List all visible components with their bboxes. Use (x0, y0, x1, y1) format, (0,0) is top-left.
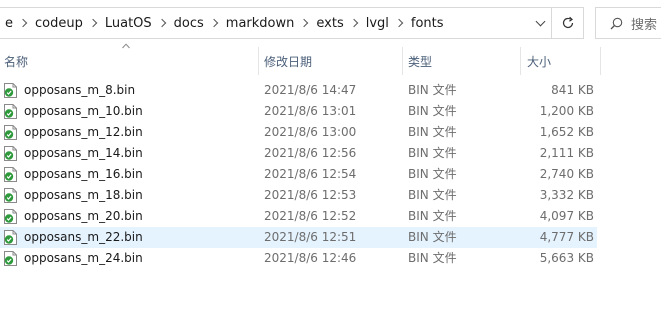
file-type: BIN 文件 (408, 209, 457, 223)
file-size: 2,111 KB (539, 146, 594, 160)
file-size: 4,777 KB (539, 230, 594, 244)
file-date: 2021/8/6 12:53 (264, 188, 357, 202)
file-row[interactable]: opposans_m_10.bin 2021/8/6 13:01 BIN 文件 … (0, 101, 597, 122)
bin-file-icon (4, 83, 17, 98)
bin-file-icon (4, 230, 17, 245)
bin-file-icon (4, 125, 17, 140)
file-date: 2021/8/6 12:51 (264, 230, 357, 244)
breadcrumb-fonts[interactable]: fonts (406, 8, 449, 38)
bin-file-icon (4, 188, 17, 203)
chevron-right-icon[interactable] (394, 18, 404, 28)
breadcrumb-label[interactable]: fonts (406, 16, 449, 31)
file-type: BIN 文件 (408, 167, 457, 181)
file-date: 2021/8/6 12:46 (264, 251, 357, 265)
breadcrumb-docs[interactable]: docs (169, 8, 221, 38)
search-icon (610, 17, 623, 30)
chevron-right-icon[interactable] (349, 18, 358, 28)
file-row[interactable]: opposans_m_8.bin 2021/8/6 14:47 BIN 文件 8… (0, 80, 597, 101)
bin-file-icon (4, 209, 17, 224)
breadcrumb-label[interactable]: e (0, 16, 18, 31)
file-size: 1,652 KB (539, 125, 594, 139)
address-history-button[interactable] (533, 16, 547, 30)
chevron-right-icon[interactable] (88, 18, 98, 28)
file-name[interactable]: opposans_m_12.bin (24, 122, 143, 143)
bin-file-icon (4, 104, 17, 119)
breadcrumb-markdown[interactable]: markdown (221, 8, 312, 38)
file-type: BIN 文件 (408, 188, 457, 202)
file-size: 4,097 KB (539, 209, 594, 223)
breadcrumb-label[interactable]: exts (311, 16, 348, 31)
file-list: opposans_m_8.bin 2021/8/6 14:47 BIN 文件 8… (0, 80, 600, 269)
file-size: 1,200 KB (539, 104, 594, 118)
chevron-right-icon[interactable] (157, 18, 166, 28)
file-date: 2021/8/6 12:54 (264, 167, 357, 181)
breadcrumb-label[interactable]: lvgl (361, 16, 394, 31)
file-row[interactable]: opposans_m_16.bin 2021/8/6 12:54 BIN 文件 … (0, 164, 597, 185)
file-name[interactable]: opposans_m_8.bin (24, 80, 135, 101)
file-type: BIN 文件 (408, 146, 457, 160)
breadcrumb-label[interactable]: codeup (30, 16, 88, 31)
file-row[interactable]: opposans_m_20.bin 2021/8/6 12:52 BIN 文件 … (0, 206, 597, 227)
chevron-right-icon[interactable] (18, 18, 28, 28)
column-header-name[interactable]: 名称 (0, 47, 258, 75)
refresh-icon (562, 16, 573, 29)
breadcrumb-lvgl[interactable]: lvgl (361, 8, 406, 38)
file-name[interactable]: opposans_m_22.bin (24, 227, 143, 248)
file-size: 3,332 KB (539, 188, 594, 202)
search-placeholder[interactable]: 搜索 (631, 14, 657, 33)
file-explorer-window: e codeup LuatOS docs markdown exts lvgl (0, 0, 661, 317)
file-type: BIN 文件 (408, 251, 457, 265)
breadcrumb-codeup[interactable]: codeup (30, 8, 100, 38)
file-row[interactable]: opposans_m_18.bin 2021/8/6 12:53 BIN 文件 … (0, 185, 597, 206)
file-type: BIN 文件 (408, 83, 457, 97)
breadcrumb-e[interactable]: e (0, 8, 30, 38)
chevron-down-icon[interactable] (535, 16, 545, 27)
column-header-size[interactable]: 大小 (523, 47, 599, 75)
breadcrumb-label[interactable]: markdown (221, 16, 300, 31)
file-size: 2,740 KB (539, 167, 594, 181)
file-date: 2021/8/6 13:00 (264, 125, 357, 139)
bin-file-icon (4, 146, 17, 161)
file-name[interactable]: opposans_m_24.bin (24, 248, 143, 269)
file-size: 5,663 KB (539, 251, 594, 265)
column-header-row: 名称 修改日期 类型 大小 (0, 47, 601, 75)
breadcrumb-exts[interactable]: exts (311, 8, 360, 38)
search-box[interactable]: 搜索 (595, 7, 661, 39)
column-divider[interactable] (520, 47, 521, 75)
file-name[interactable]: opposans_m_14.bin (24, 143, 143, 164)
refresh-button[interactable] (552, 7, 584, 39)
file-row-selected[interactable]: opposans_m_22.bin 2021/8/6 12:51 BIN 文件 … (0, 227, 597, 248)
file-type: BIN 文件 (408, 230, 457, 244)
file-name[interactable]: opposans_m_10.bin (24, 101, 143, 122)
address-bar[interactable]: e codeup LuatOS docs markdown exts lvgl (0, 7, 552, 39)
file-date: 2021/8/6 12:52 (264, 209, 357, 223)
breadcrumb-label[interactable]: docs (169, 16, 209, 31)
breadcrumb-label[interactable]: LuatOS (100, 16, 157, 31)
file-date: 2021/8/6 12:56 (264, 146, 357, 160)
file-name[interactable]: opposans_m_20.bin (24, 206, 143, 227)
column-divider[interactable] (600, 47, 601, 75)
file-name[interactable]: opposans_m_16.bin (24, 164, 143, 185)
file-type: BIN 文件 (408, 104, 457, 118)
file-row[interactable]: opposans_m_12.bin 2021/8/6 13:00 BIN 文件 … (0, 122, 597, 143)
bin-file-icon (4, 167, 17, 182)
file-row[interactable]: opposans_m_24.bin 2021/8/6 12:46 BIN 文件 … (0, 248, 597, 269)
file-date: 2021/8/6 13:01 (264, 104, 357, 118)
chevron-right-icon[interactable] (300, 18, 309, 28)
breadcrumb-luatos[interactable]: LuatOS (100, 8, 169, 38)
file-name[interactable]: opposans_m_18.bin (24, 185, 143, 206)
chevron-right-icon[interactable] (209, 18, 219, 28)
file-type: BIN 文件 (408, 125, 457, 139)
file-date: 2021/8/6 14:47 (264, 83, 357, 97)
file-size: 841 KB (551, 83, 594, 97)
column-divider[interactable] (402, 47, 403, 75)
bin-file-icon (4, 251, 17, 266)
file-row[interactable]: opposans_m_14.bin 2021/8/6 12:56 BIN 文件 … (0, 143, 597, 164)
column-header-date[interactable]: 修改日期 (260, 47, 402, 75)
column-divider[interactable] (258, 47, 259, 75)
column-header-type[interactable]: 类型 (404, 47, 520, 75)
